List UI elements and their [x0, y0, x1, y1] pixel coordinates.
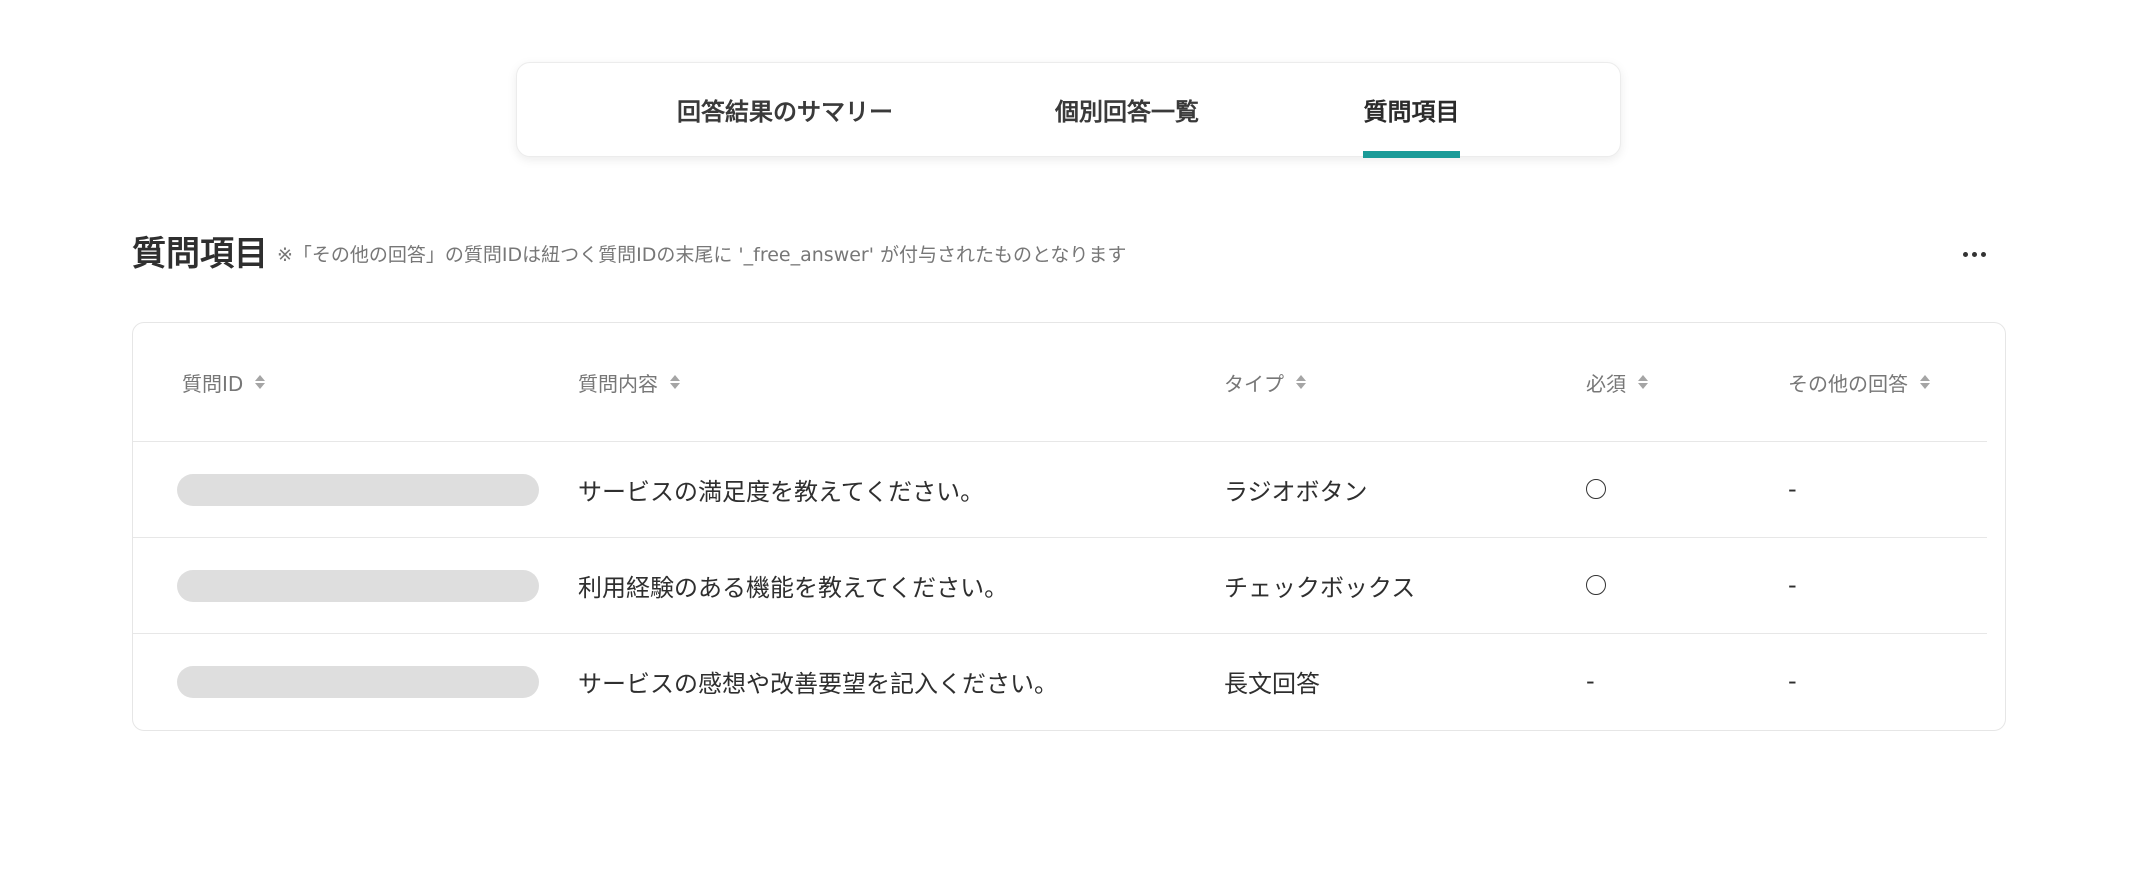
tab-individual-responses[interactable]: 個別回答一覧 — [1053, 63, 1201, 156]
other-answer-cell: - — [1788, 571, 1797, 599]
required-cell: - — [1586, 667, 1595, 695]
question-text: サービスの満足度を教えてください。 — [578, 477, 985, 506]
sort-icon[interactable] — [670, 372, 680, 392]
questions-table: 質問ID 質問内容 タイプ 必須 その他の回答 サービスの満足度を教えてください… — [132, 322, 2006, 731]
tab-bar: 回答結果のサマリー 個別回答一覧 質問項目 — [516, 62, 1621, 158]
table-row[interactable]: サービスの満足度を教えてください。 ラジオボタン - — [133, 441, 1987, 537]
sort-icon[interactable] — [1296, 372, 1306, 392]
tab-question-items[interactable]: 質問項目 — [1363, 63, 1460, 156]
question-id-placeholder — [177, 474, 539, 506]
table-row[interactable]: サービスの感想や改善要望を記入ください。 長文回答 - - — [133, 633, 1987, 729]
other-answer-cell: - — [1788, 475, 1797, 503]
question-text: サービスの感想や改善要望を記入ください。 — [578, 669, 1058, 698]
ellipsis-icon — [1971, 251, 1977, 257]
question-id-placeholder — [177, 666, 539, 698]
question-text: 利用経験のある機能を教えてください。 — [578, 573, 1009, 602]
ellipsis-icon — [1980, 251, 1986, 257]
active-tab-indicator — [1363, 151, 1460, 158]
column-header-other-answer[interactable]: その他の回答 — [1788, 323, 1930, 441]
section-note: ※「その他の回答」の質問IDは紐つく質問IDの末尾に '_free_answer… — [277, 244, 1127, 266]
question-id-placeholder — [177, 570, 539, 602]
question-type: ラジオボタン — [1224, 477, 1368, 506]
question-type: チェックボックス — [1224, 573, 1416, 602]
column-header-label: 必須 — [1586, 371, 1626, 396]
table-row[interactable]: 利用経験のある機能を教えてください。 チェックボックス - — [133, 537, 1987, 633]
section-title: 質問項目 — [132, 234, 268, 274]
column-header-label: 質問ID — [182, 371, 244, 396]
column-header-question-id[interactable]: 質問ID — [182, 323, 266, 441]
more-options-button[interactable] — [1956, 236, 1992, 272]
required-circle-icon — [1586, 575, 1606, 595]
question-type: 長文回答 — [1224, 669, 1320, 698]
column-header-type[interactable]: タイプ — [1224, 323, 1306, 441]
column-header-question-text[interactable]: 質問内容 — [578, 323, 680, 441]
required-cell — [1586, 537, 1606, 633]
column-header-label: タイプ — [1224, 371, 1284, 396]
tab-summary[interactable]: 回答結果のサマリー — [676, 63, 894, 156]
sort-icon[interactable] — [1920, 372, 1930, 392]
other-answer-cell: - — [1788, 667, 1797, 695]
column-header-label: 質問内容 — [578, 371, 658, 396]
required-cell — [1586, 441, 1606, 537]
required-circle-icon — [1586, 479, 1606, 499]
sort-icon[interactable] — [1638, 372, 1648, 392]
column-header-label: その他の回答 — [1788, 371, 1908, 396]
column-header-required[interactable]: 必須 — [1586, 323, 1648, 441]
ellipsis-icon — [1962, 251, 1968, 257]
sort-icon[interactable] — [255, 372, 266, 392]
